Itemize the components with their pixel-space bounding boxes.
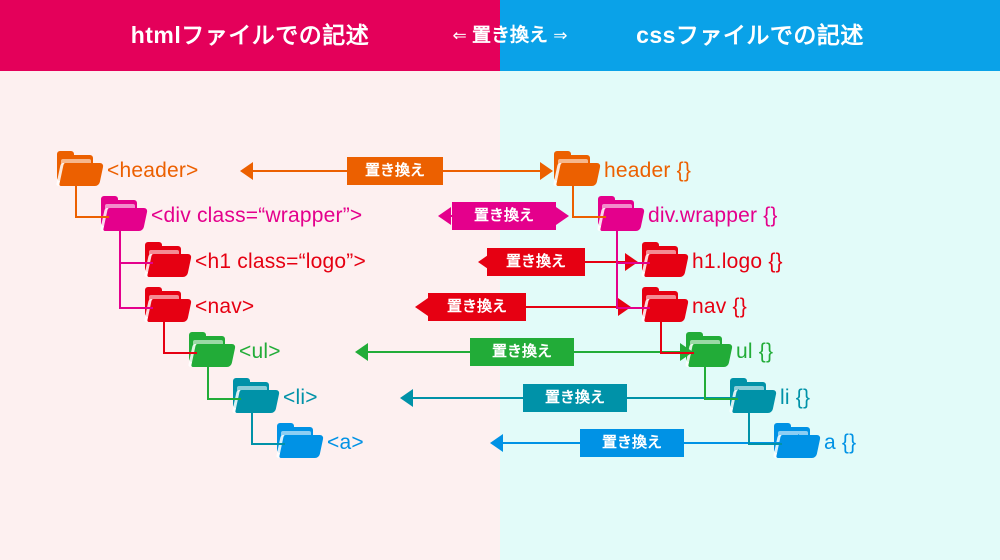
arrow-head-right-icon	[798, 434, 811, 452]
tree-connector-vertical	[704, 365, 706, 398]
tree-node-html: <a>	[275, 420, 364, 466]
tree-node-html: <div class=“wrapper”>	[99, 193, 362, 239]
tree-connector-vertical	[251, 411, 253, 443]
tree-node-html: <nav>	[143, 284, 254, 330]
tree-node-label: <li>	[283, 386, 318, 409]
tree-node-html: <h1 class=“logo”>	[143, 239, 366, 285]
tree-connector-vertical	[163, 320, 165, 352]
tree-node-label: a {}	[824, 431, 857, 454]
tree-row: <header> header {} 置き換え	[0, 148, 1000, 194]
arrow-line-left	[367, 351, 470, 353]
tree-node-html: <li>	[231, 375, 318, 421]
tree-row: <a> a {} 置き換え	[0, 420, 1000, 466]
folder-icon	[55, 151, 104, 187]
tree-connector-vertical	[75, 184, 77, 216]
tree-connector-horizontal	[572, 216, 606, 218]
arrow-line-right	[540, 215, 556, 217]
header-replace-label: 置き換え	[471, 25, 548, 46]
tree-node-css: h1.logo {}	[640, 239, 783, 285]
arrow-line-left	[252, 170, 347, 172]
tree-node-label: div.wrapper {}	[648, 204, 778, 227]
tree-connector-horizontal	[119, 307, 153, 309]
tree-connector-horizontal	[163, 352, 197, 354]
arrow-head-right-icon	[556, 207, 569, 225]
arrow-head-right-icon	[738, 389, 751, 407]
tree-node-label: <header>	[107, 159, 199, 182]
tree-connector-vertical	[616, 229, 618, 307]
tree-connector-horizontal	[75, 216, 109, 218]
arrow-right-icon: ⇒	[553, 26, 568, 45]
tree-node-css: div.wrapper {}	[596, 193, 778, 239]
arrow-left-icon: ⇐	[452, 26, 467, 45]
tree-node-label: <div class=“wrapper”>	[151, 204, 363, 227]
tree-node-label: <nav>	[195, 295, 255, 318]
tree-node-label: <h1 class=“logo”>	[195, 250, 366, 273]
tree-row: <li> li {} 置き換え	[0, 375, 1000, 421]
header-title-html: htmlファイルでの記述	[130, 22, 370, 48]
diagram-canvas: htmlファイルでの記述 cssファイルでの記述 ⇐ 置き換え ⇒ <heade…	[0, 0, 1000, 560]
tree-connector-vertical	[660, 320, 662, 352]
header-title-css: cssファイルでの記述	[636, 22, 864, 48]
tree-connector-horizontal	[119, 262, 153, 264]
arrow-line-right	[427, 170, 540, 172]
tree-node-label: h1.logo {}	[692, 250, 783, 273]
tree-connector-horizontal	[616, 262, 650, 264]
arrow-line-right	[510, 306, 618, 308]
tree-connector-horizontal	[704, 398, 738, 400]
tree-connector-horizontal	[207, 398, 241, 400]
tree-node-label: <ul>	[239, 340, 281, 363]
tree-node-label: header {}	[604, 159, 692, 182]
tree-node-html: <ul>	[187, 329, 281, 375]
tree-connector-horizontal	[660, 352, 694, 354]
tree-node-css: ul {}	[684, 329, 773, 375]
tree-connector-vertical	[207, 365, 209, 398]
tree-node-css: nav {}	[640, 284, 747, 330]
arrow-head-right-icon	[540, 162, 553, 180]
arrow-line-left	[502, 442, 580, 444]
tree-row: <div class=“wrapper”> div.wrapper {} 置き換え	[0, 193, 1000, 239]
tree-connector-horizontal	[616, 307, 650, 309]
tree-connector-horizontal	[748, 443, 782, 445]
tree-connector-vertical	[748, 411, 750, 443]
tree-row: <ul> ul {} 置き換え	[0, 329, 1000, 375]
folder-icon	[552, 151, 601, 187]
tree-node-label: <a>	[327, 431, 364, 454]
header-bar: htmlファイルでの記述 cssファイルでの記述 ⇐ 置き換え ⇒	[0, 0, 1000, 71]
tree-connector-vertical	[119, 229, 121, 307]
tree-node-label: li {}	[780, 386, 811, 409]
arrow-line-left	[412, 397, 523, 399]
tree-node-label: nav {}	[692, 295, 747, 318]
tree-connector-horizontal	[251, 443, 285, 445]
tree-connector-vertical	[572, 184, 574, 216]
header-replace-indicator: ⇐ 置き換え ⇒	[430, 0, 590, 71]
tree-node-label: ul {}	[736, 340, 774, 363]
